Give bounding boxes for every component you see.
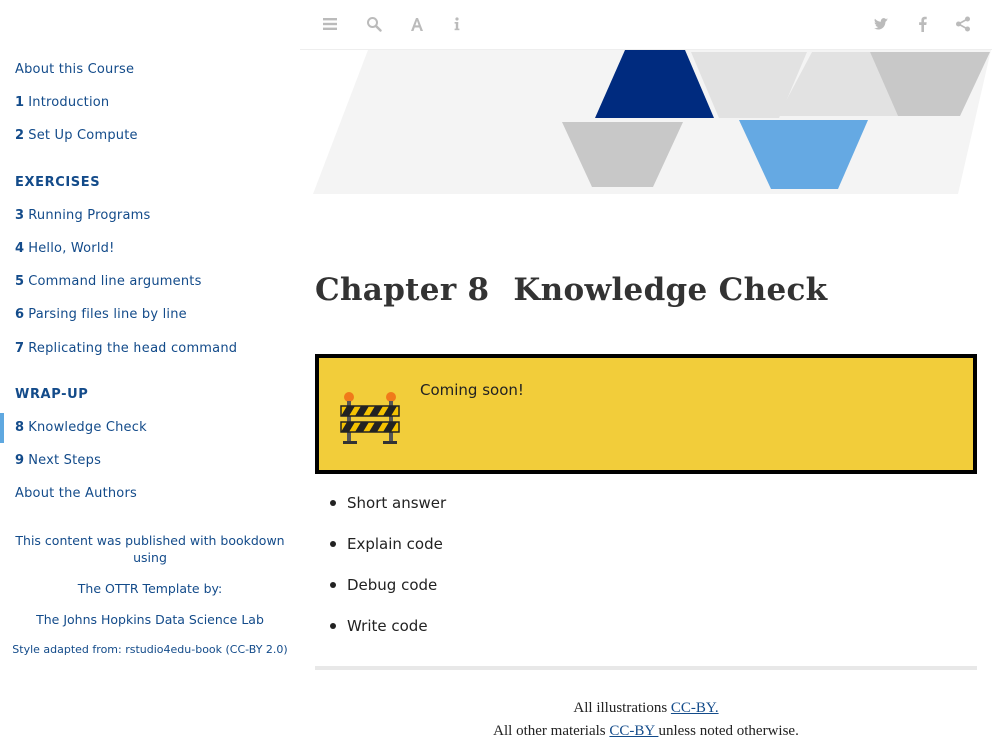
toc-item-label: Running Programs bbox=[28, 208, 151, 223]
toc-item-replicating-head[interactable]: 7 Replicating the head command bbox=[15, 340, 237, 356]
bookdown-credit-link[interactable]: This content was published with bookdown… bbox=[0, 532, 300, 566]
list-item: Short answer bbox=[329, 492, 446, 533]
toc-item-introduction[interactable]: 1 Introduction bbox=[15, 95, 109, 110]
share-icon[interactable] bbox=[955, 16, 971, 32]
footer-text: All other materials bbox=[493, 723, 610, 739]
toc-item-command-line-arguments[interactable]: 5 Command line arguments bbox=[15, 274, 202, 289]
content-divider bbox=[315, 666, 977, 670]
toc-item-label: Hello, World! bbox=[28, 241, 115, 256]
list-item: Debug code bbox=[329, 574, 446, 615]
cc-by-materials-link[interactable]: CC-BY bbox=[609, 723, 658, 739]
toc-item-number: 8 bbox=[15, 420, 25, 435]
sidebar: About this Course 1 Introduction 2 Set Up … bbox=[0, 0, 300, 744]
toc-section-wrapup: WRAP-UP bbox=[15, 387, 89, 402]
toc-item-number: 3 bbox=[15, 208, 25, 223]
toc-item-about-authors[interactable]: About the Authors bbox=[15, 486, 137, 501]
chapter-label: Chapter 8 bbox=[315, 272, 490, 308]
toc-section-exercises: EXERCISES bbox=[15, 175, 101, 190]
active-indicator bbox=[0, 413, 4, 443]
toc-item-number: 6 bbox=[15, 307, 25, 322]
footer-text: All illustrations bbox=[573, 700, 671, 716]
toc-item-label: command bbox=[166, 341, 238, 356]
search-icon[interactable] bbox=[366, 16, 382, 32]
question-types-list: Short answer Explain code Debug code Wri… bbox=[329, 492, 446, 656]
under-construction-icon bbox=[339, 390, 403, 446]
info-icon[interactable] bbox=[449, 16, 465, 32]
toc-item-label: Parsing files line by line bbox=[28, 307, 187, 322]
footer-line-illustrations: All illustrations CC-BY. bbox=[315, 700, 977, 717]
style-credit-link[interactable]: Style adapted from: rstudio4edu-book (CC… bbox=[0, 641, 300, 658]
twitter-icon[interactable] bbox=[873, 16, 889, 32]
list-item: Explain code bbox=[329, 533, 446, 574]
toc-item-label: Replicating the bbox=[28, 341, 134, 356]
toc-item-label: About this Course bbox=[15, 62, 135, 77]
toolbar bbox=[300, 0, 992, 50]
toc-item-next-steps[interactable]: 9 Next Steps bbox=[15, 453, 101, 468]
toc-item-number: 7 bbox=[15, 341, 25, 356]
toc-item-label: About the Authors bbox=[15, 486, 137, 501]
coming-soon-notice: Coming soon! bbox=[315, 354, 977, 474]
footer-text: unless noted otherwise. bbox=[658, 723, 799, 739]
toc-item-label: Set Up Compute bbox=[28, 128, 138, 143]
toc-item-parsing-files[interactable]: 6 Parsing files line by line bbox=[15, 307, 187, 322]
toc-item-label: Knowledge Check bbox=[28, 420, 147, 435]
header-banner bbox=[313, 50, 991, 195]
toc-item-setup-compute[interactable]: 2 Set Up Compute bbox=[15, 128, 138, 143]
page-title: Chapter 8 Knowledge Check bbox=[315, 272, 827, 308]
toc-item-label: Introduction bbox=[28, 95, 110, 110]
list-icon[interactable] bbox=[322, 16, 338, 32]
cc-by-illustrations-link[interactable]: CC-BY. bbox=[671, 700, 719, 716]
toc-item-label: Command line arguments bbox=[28, 274, 202, 289]
font-icon[interactable] bbox=[409, 16, 425, 32]
jhu-lab-link[interactable]: The Johns Hopkins Data Science Lab bbox=[0, 611, 300, 628]
facebook-icon[interactable] bbox=[915, 16, 931, 32]
toc-item-number: 9 bbox=[15, 453, 25, 468]
toc-item-number: 2 bbox=[15, 128, 25, 143]
toc-item-number: 5 bbox=[15, 274, 25, 289]
toc-item-knowledge-check[interactable]: 8 Knowledge Check bbox=[15, 420, 147, 435]
toc-item-about-course[interactable]: About this Course bbox=[15, 62, 134, 77]
footer-line-materials: All other materials CC-BY unless noted o… bbox=[315, 723, 977, 740]
toc-item-number: 1 bbox=[15, 95, 25, 110]
chapter-title-text: Knowledge Check bbox=[513, 272, 828, 308]
toc-item-hello-world[interactable]: 4 Hello, World! bbox=[15, 241, 115, 256]
toc-item-code: head bbox=[133, 340, 167, 356]
toc-item-number: 4 bbox=[15, 241, 25, 256]
toc-item-label: Next Steps bbox=[28, 453, 102, 468]
notice-text: Coming soon! bbox=[420, 381, 524, 399]
list-item: Write code bbox=[329, 615, 446, 656]
toc-item-running-programs[interactable]: 3 Running Programs bbox=[15, 208, 150, 223]
template-credit: The OTTR Template by: bbox=[77, 581, 223, 596]
